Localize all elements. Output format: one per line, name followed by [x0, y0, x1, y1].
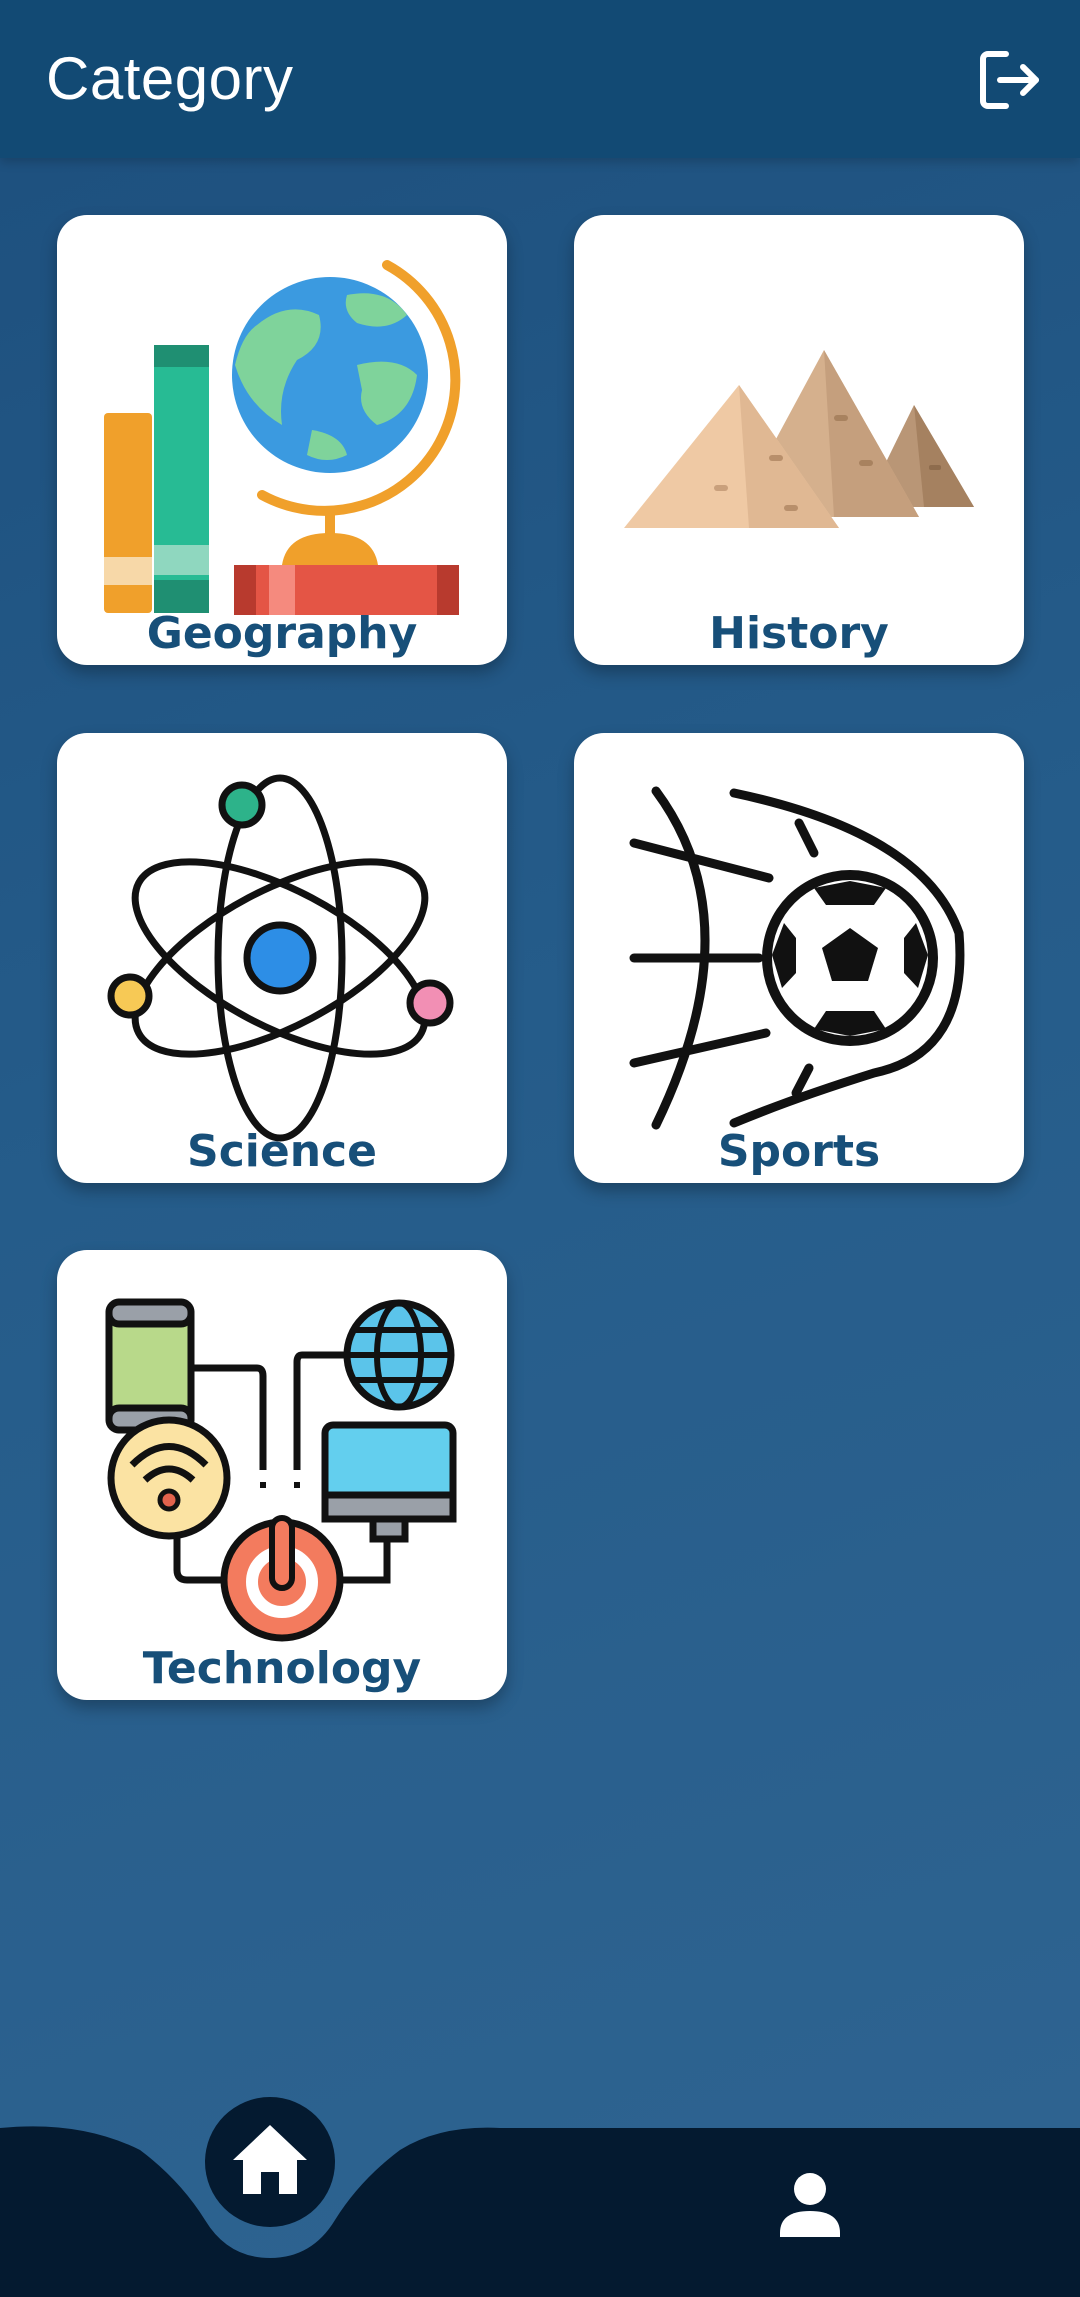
home-icon [233, 2125, 307, 2194]
pyramids-icon [624, 350, 974, 528]
category-label: Geography [146, 608, 418, 659]
page-title: Category [46, 45, 294, 112]
logout-icon[interactable] [976, 46, 1044, 114]
person-icon [780, 2173, 840, 2237]
soccer-ball-icon [629, 786, 965, 1130]
bottom-navigation [0, 2070, 1080, 2297]
globe-books-icon [104, 260, 461, 615]
category-card-sports[interactable]: Sports [574, 733, 1024, 1183]
profile-button[interactable] [770, 2165, 850, 2245]
devices-network-icon [105, 1298, 457, 1642]
category-label: Sports [717, 1126, 881, 1177]
category-label: Science [187, 1126, 377, 1177]
category-card-geography[interactable]: Geography [57, 215, 507, 665]
home-button[interactable] [205, 2097, 335, 2227]
app-bar: Category [0, 0, 1080, 158]
category-card-science[interactable]: Science [57, 733, 507, 1183]
category-card-history[interactable]: History [574, 215, 1024, 665]
category-card-technology[interactable]: Technology [57, 1250, 507, 1700]
category-label: History [709, 608, 889, 659]
atom-icon [107, 774, 454, 1142]
category-label: Technology [142, 1643, 422, 1694]
